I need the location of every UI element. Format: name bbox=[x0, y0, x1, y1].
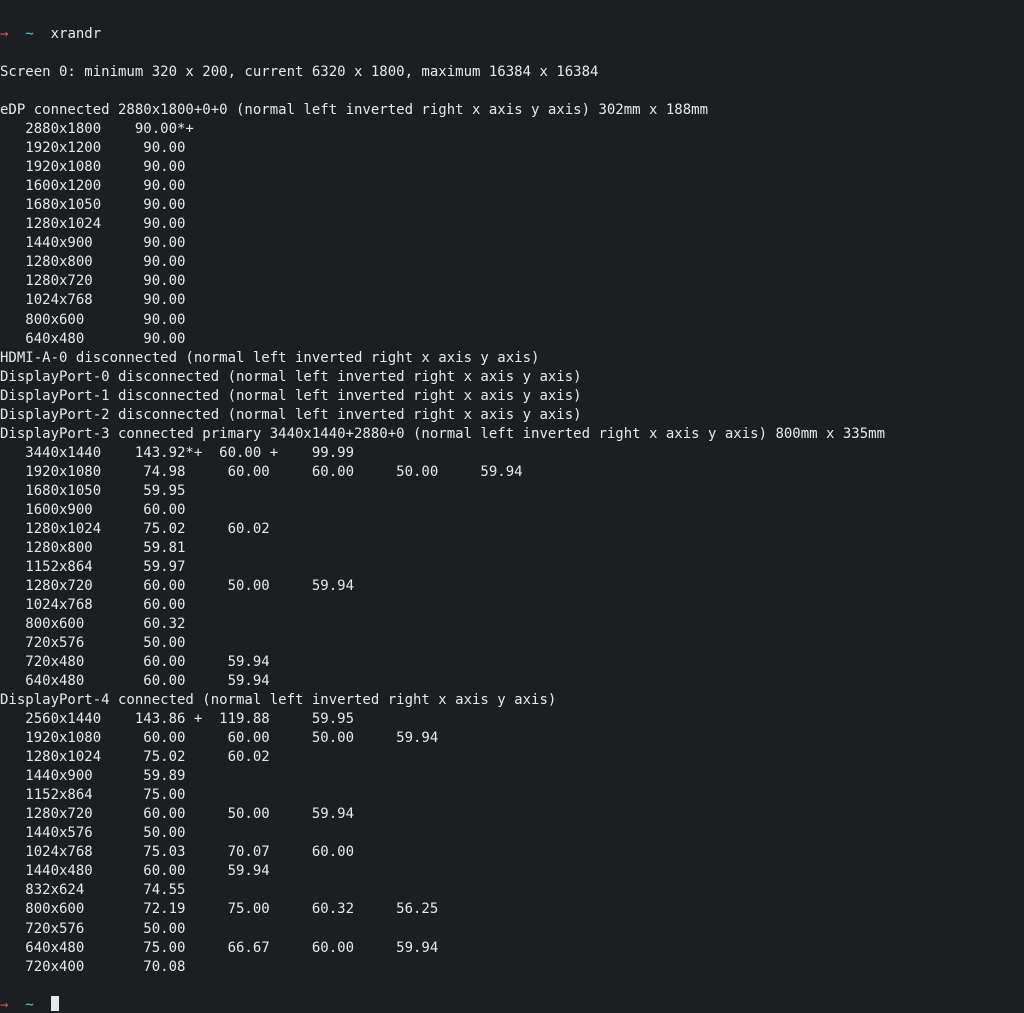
mode-line: 640x480 60.00 59.94 bbox=[0, 672, 1024, 691]
prompt-cwd: ~ bbox=[25, 26, 33, 42]
mode-line: 1920x1080 74.98 60.00 60.00 50.00 59.94 bbox=[0, 463, 1024, 482]
mode-line: 1280x720 60.00 50.00 59.94 bbox=[0, 805, 1024, 824]
command-text: xrandr bbox=[51, 26, 102, 42]
mode-line: 1440x900 90.00 bbox=[0, 234, 1024, 253]
mode-line: 1920x1200 90.00 bbox=[0, 139, 1024, 158]
output-header: DisplayPort-1 disconnected (normal left … bbox=[0, 387, 1024, 406]
output-header: DisplayPort-2 disconnected (normal left … bbox=[0, 406, 1024, 425]
mode-line: 1024x768 60.00 bbox=[0, 596, 1024, 615]
mode-line: 2560x1440 143.86 + 119.88 59.95 bbox=[0, 710, 1024, 729]
output-header: HDMI-A-0 disconnected (normal left inver… bbox=[0, 349, 1024, 368]
mode-line: 1024x768 90.00 bbox=[0, 291, 1024, 310]
mode-line: 720x480 60.00 59.94 bbox=[0, 653, 1024, 672]
mode-line: 1152x864 59.97 bbox=[0, 558, 1024, 577]
mode-line: 1280x720 60.00 50.00 59.94 bbox=[0, 577, 1024, 596]
mode-line: 640x480 75.00 66.67 60.00 59.94 bbox=[0, 939, 1024, 958]
mode-line: 1280x720 90.00 bbox=[0, 272, 1024, 291]
mode-line: 1440x480 60.00 59.94 bbox=[0, 862, 1024, 881]
mode-line: 1280x1024 75.02 60.02 bbox=[0, 520, 1024, 539]
mode-line: 1024x768 75.03 70.07 60.00 bbox=[0, 843, 1024, 862]
mode-line: 720x576 50.00 bbox=[0, 920, 1024, 939]
prompt-cwd: ~ bbox=[25, 997, 33, 1013]
mode-line: 1440x576 50.00 bbox=[0, 824, 1024, 843]
mode-line: 800x600 72.19 75.00 60.32 56.25 bbox=[0, 900, 1024, 919]
mode-line: 1280x800 90.00 bbox=[0, 253, 1024, 272]
mode-line: 1280x800 59.81 bbox=[0, 539, 1024, 558]
prompt-line: → ~ xrandr bbox=[0, 25, 1024, 44]
output-header: DisplayPort-3 connected primary 3440x144… bbox=[0, 425, 1024, 444]
mode-line: 1280x1024 75.02 60.02 bbox=[0, 748, 1024, 767]
mode-line: 1152x864 75.00 bbox=[0, 786, 1024, 805]
mode-line: 1440x900 59.89 bbox=[0, 767, 1024, 786]
mode-line: 800x600 90.00 bbox=[0, 311, 1024, 330]
cursor-icon bbox=[51, 996, 59, 1011]
mode-line: 720x576 50.00 bbox=[0, 634, 1024, 653]
mode-line: 2880x1800 90.00*+ bbox=[0, 120, 1024, 139]
output-header: DisplayPort-4 connected (normal left inv… bbox=[0, 691, 1024, 710]
prompt-line-2[interactable]: → ~ bbox=[0, 996, 1024, 1013]
mode-line: 1920x1080 60.00 60.00 50.00 59.94 bbox=[0, 729, 1024, 748]
mode-line: 1680x1050 90.00 bbox=[0, 196, 1024, 215]
mode-line: 1600x900 60.00 bbox=[0, 501, 1024, 520]
terminal[interactable]: → ~ xrandr Screen 0: minimum 320 x 200, … bbox=[0, 0, 1024, 1013]
mode-line: 1600x1200 90.00 bbox=[0, 177, 1024, 196]
mode-line: 1920x1080 90.00 bbox=[0, 158, 1024, 177]
mode-line: 832x624 74.55 bbox=[0, 881, 1024, 900]
mode-line: 720x400 70.08 bbox=[0, 958, 1024, 977]
xrandr-output: eDP connected 2880x1800+0+0 (normal left… bbox=[0, 101, 1024, 976]
mode-line: 640x480 90.00 bbox=[0, 330, 1024, 349]
output-header: DisplayPort-0 disconnected (normal left … bbox=[0, 368, 1024, 387]
mode-line: 1680x1050 59.95 bbox=[0, 482, 1024, 501]
prompt-arrow-icon: → bbox=[0, 26, 8, 42]
mode-line: 1280x1024 90.00 bbox=[0, 215, 1024, 234]
prompt-arrow-icon: → bbox=[0, 997, 8, 1013]
output-header: eDP connected 2880x1800+0+0 (normal left… bbox=[0, 101, 1024, 120]
screen-info-line: Screen 0: minimum 320 x 200, current 632… bbox=[0, 63, 1024, 82]
mode-line: 3440x1440 143.92*+ 60.00 + 99.99 bbox=[0, 444, 1024, 463]
mode-line: 800x600 60.32 bbox=[0, 615, 1024, 634]
